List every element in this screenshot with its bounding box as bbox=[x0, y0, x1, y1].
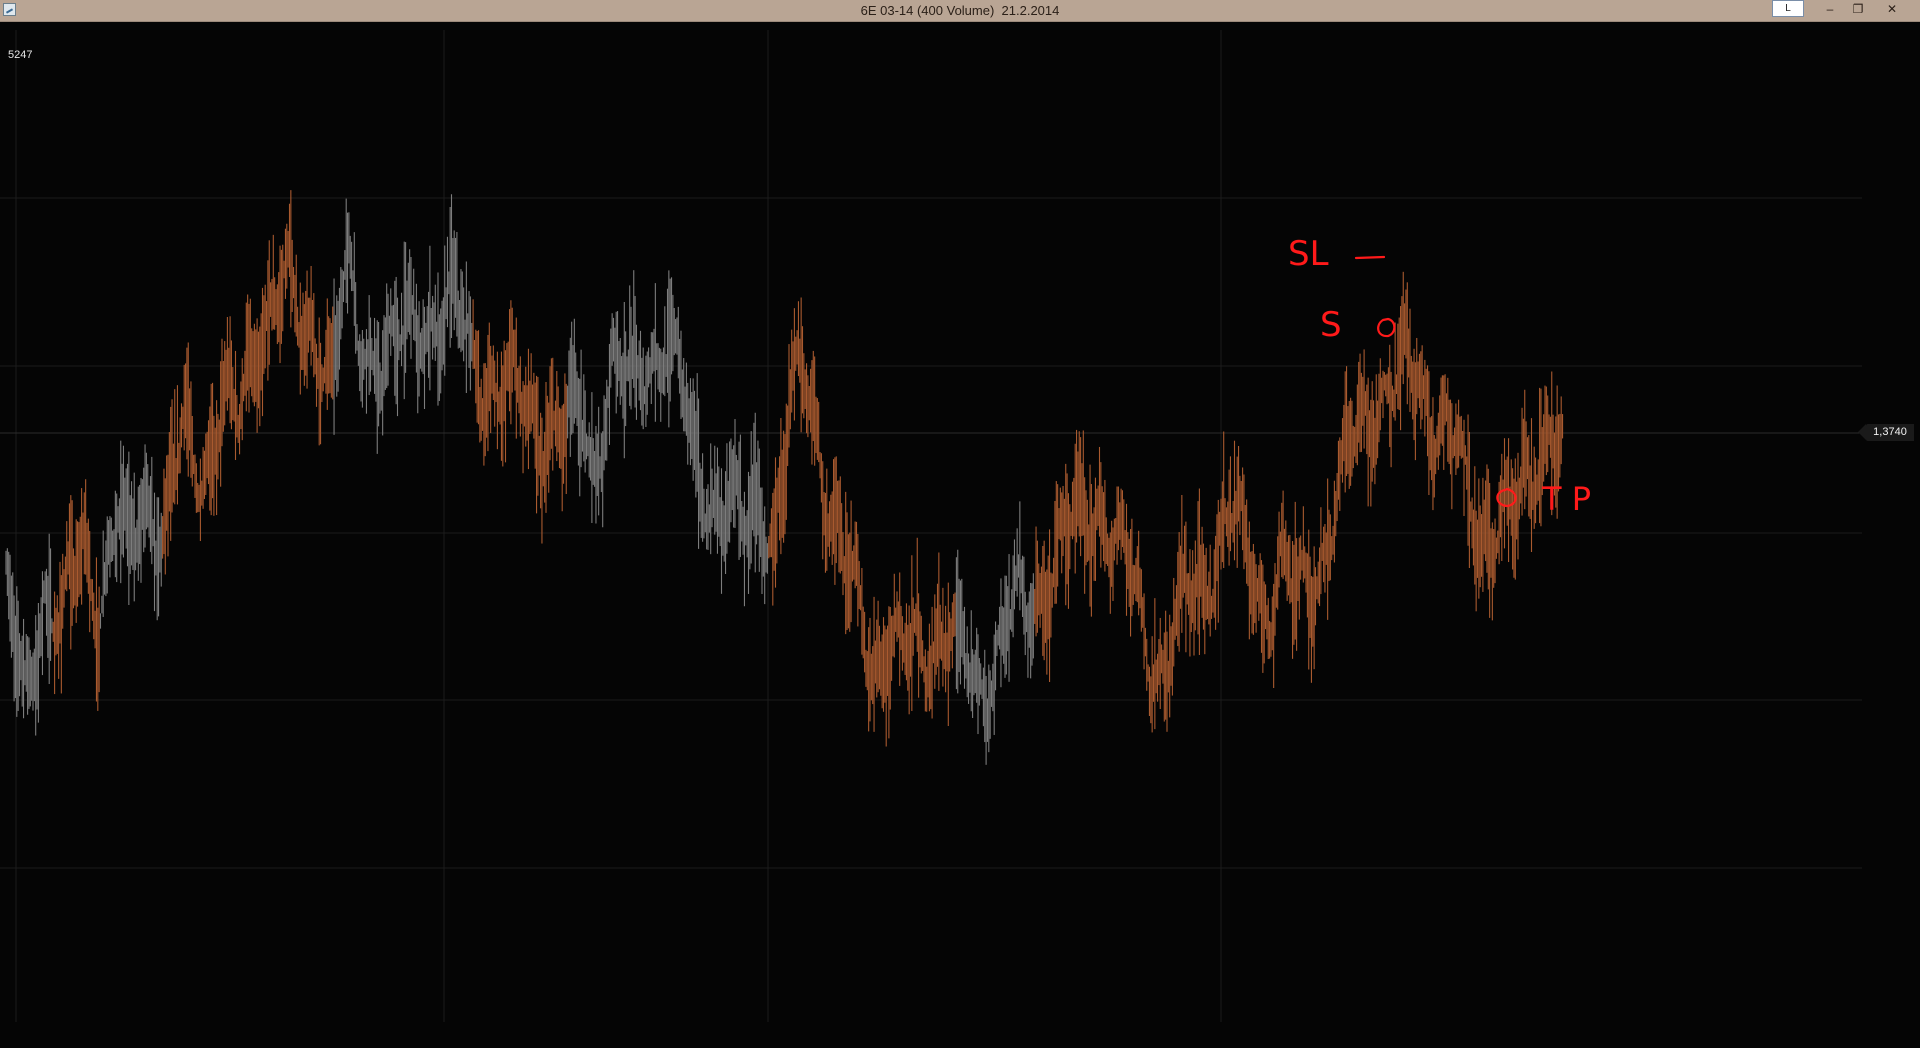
hand-annotations: SL S T P bbox=[1288, 234, 1591, 518]
minimize-button[interactable]: – bbox=[1816, 0, 1844, 21]
stop-loss-annotation: SL bbox=[1288, 234, 1329, 274]
close-button[interactable]: ✕ bbox=[1878, 0, 1906, 21]
chart-window: 6E 03-14 (400 Volume) 21.2.2014 L – ❐ ✕ … bbox=[0, 0, 1920, 1048]
price-chart[interactable]: SL S T P bbox=[0, 22, 1920, 1048]
last-price-badge: 1,3740 bbox=[1858, 424, 1914, 441]
stop-loss-line bbox=[1354, 255, 1386, 260]
price-bars bbox=[5, 190, 1564, 765]
entry-circle bbox=[1377, 317, 1396, 338]
grid-lines bbox=[0, 30, 1862, 1022]
take-profit-annotation: T P bbox=[1541, 480, 1591, 518]
title-bar[interactable]: 6E 03-14 (400 Volume) 21.2.2014 L – ❐ ✕ bbox=[0, 0, 1920, 22]
window-title: 6E 03-14 (400 Volume) 21.2.2014 bbox=[860, 3, 1060, 18]
volume-readout: 5247 bbox=[8, 49, 33, 61]
login-indicator[interactable]: L bbox=[1772, 0, 1804, 17]
restore-button[interactable]: ❐ bbox=[1844, 0, 1872, 21]
entry-annotation: S bbox=[1320, 305, 1342, 345]
